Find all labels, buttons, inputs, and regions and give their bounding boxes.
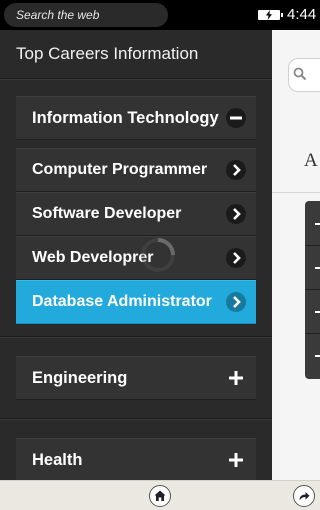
browser-toolbar [0,480,320,510]
list-separator [305,333,320,334]
side-panel: Top Careers Information Information Tech… [0,30,272,480]
category-label: Information Technology [32,109,219,127]
home-button[interactable] [149,485,171,507]
divider [272,192,320,193]
divider [0,78,272,80]
panel-title: Top Careers Information [16,44,199,63]
clock: 4:44 [287,6,317,23]
main-content: A [272,30,320,480]
main-list[interactable] [305,201,320,379]
list-item-software-developer[interactable]: Software Developer [16,192,256,236]
chevron-right-icon [226,160,246,180]
list-item-computer-programmer[interactable]: Computer Programmer [16,148,256,192]
category-label: Engineering [32,369,128,387]
divider [0,336,272,338]
plus-icon [226,450,246,470]
list-item-marker [315,311,320,313]
divider [0,418,272,420]
forward-button[interactable] [293,485,315,507]
minus-icon [226,108,246,128]
list-separator [305,245,320,246]
list-item-label: Database Administrator [32,293,212,310]
category-information-technology[interactable]: Information Technology [16,96,256,140]
list-item-label: Software Developer [32,205,182,222]
page-heading: A [304,150,318,171]
list-item-marker [315,355,320,357]
chevron-right-icon [226,248,246,268]
list-item-label: Computer Programmer [32,161,208,178]
chevron-right-icon [226,292,246,312]
search-icon [293,67,307,81]
list-item-marker [315,223,320,225]
list-separator [305,289,320,290]
loading-spinner-icon [141,238,175,272]
forward-arrow-icon [299,492,310,501]
plus-icon [226,368,246,388]
category-engineering[interactable]: Engineering [16,356,256,400]
battery-charging-icon [258,10,283,20]
chevron-right-icon [226,204,246,224]
category-health[interactable]: Health [16,438,256,480]
web-search-bar[interactable]: Search the web [4,3,168,27]
list-item-database-administrator[interactable]: Database Administrator [16,280,256,324]
category-label: Health [32,451,83,469]
main-search-input[interactable] [288,58,320,92]
home-icon [154,490,166,501]
list-item-marker [315,267,320,269]
status-bar: Search the web 4:44 [0,0,320,30]
